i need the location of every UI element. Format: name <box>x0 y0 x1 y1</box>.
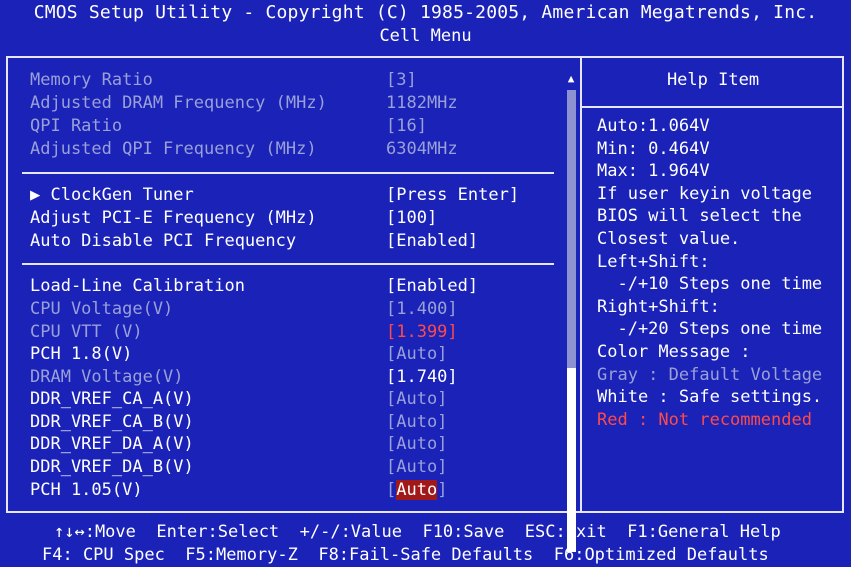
help-line-gray: Gray : Default Voltage <box>597 364 823 385</box>
adjust-pcie-frequency-row[interactable]: Adjust PCI-E Frequency (MHz) [100] <box>30 208 570 230</box>
setting-value[interactable]: [Auto] <box>386 344 447 364</box>
setting-label: CPU Voltage(V) <box>30 299 174 319</box>
setting-value[interactable]: [Auto] <box>386 434 447 454</box>
setting-value[interactable]: [Auto] <box>386 457 447 477</box>
help-title: Help Item <box>666 70 760 90</box>
memory-ratio-row: Memory Ratio [3] <box>30 70 570 92</box>
adjusted-qpi-frequency-row: Adjusted QPI Frequency (MHz) 6304MHz <box>30 139 570 161</box>
setting-value[interactable]: [Auto] <box>386 412 447 432</box>
setting-value[interactable]: [1.740] <box>386 367 458 387</box>
menu-title: Cell Menu <box>379 26 472 46</box>
ddr-vref-da-b-row[interactable]: DDR_VREF_DA_B(V) [Auto] <box>30 457 570 479</box>
setting-label: DDR_VREF_CA_A(V) <box>30 389 194 409</box>
key-legend-line-2: F4: CPU Spec F5:Memory-Z F8:Fail-Safe De… <box>42 545 769 565</box>
pch-18-row[interactable]: PCH 1.8(V) [Auto] <box>30 344 570 366</box>
cpu-vtt-row[interactable]: CPU VTT (V) [1.399] <box>30 322 570 344</box>
setting-value[interactable]: [Enabled] <box>386 231 478 251</box>
setting-label: DDR_VREF_DA_B(V) <box>30 457 194 477</box>
setting-label: DRAM Voltage(V) <box>30 367 184 387</box>
setting-label: PCH 1.05(V) <box>30 480 143 500</box>
setting-label: Adjusted DRAM Frequency (MHz) <box>30 93 327 113</box>
setting-value: [16] <box>386 116 427 136</box>
setting-label: Adjusted QPI Frequency (MHz) <box>30 139 317 159</box>
cpu-voltage-row[interactable]: CPU Voltage(V) [1.400] <box>30 299 570 321</box>
setting-label: QPI Ratio <box>30 116 123 136</box>
scroll-up-arrow-icon[interactable]: ▲ <box>564 72 578 85</box>
help-line: If user keyin voltage <box>597 183 812 204</box>
setting-value[interactable]: [1.400] <box>386 299 458 319</box>
help-line: Left+Shift: <box>597 251 710 272</box>
qpi-ratio-row: QPI Ratio [16] <box>30 116 570 138</box>
setting-label: PCH 1.8(V) <box>30 344 133 364</box>
ddr-vref-da-a-row[interactable]: DDR_VREF_DA_A(V) [Auto] <box>30 434 570 456</box>
help-line: Auto:1.064V <box>597 116 710 136</box>
panel-divider <box>580 56 582 513</box>
setting-label: Load-Line Calibration <box>30 276 245 296</box>
pch-105-row[interactable]: PCH 1.05(V) [Auto] <box>30 480 570 502</box>
clockgen-tuner-row[interactable]: ▶ ClockGen Tuner [Press Enter] <box>30 185 570 207</box>
ddr-vref-ca-b-row[interactable]: DDR_VREF_CA_B(V) [Auto] <box>30 412 570 434</box>
setting-label: DDR_VREF_DA_A(V) <box>30 434 194 454</box>
help-line: BIOS will select the <box>597 206 802 227</box>
setting-label: DDR_VREF_CA_B(V) <box>30 412 194 432</box>
selected-value-highlight[interactable]: Auto <box>396 480 438 500</box>
load-line-calibration-row[interactable]: Load-Line Calibration [Enabled] <box>30 276 570 298</box>
section-divider <box>22 263 554 265</box>
setting-label: Auto Disable PCI Frequency <box>30 231 297 251</box>
help-line: Max: 1.964V <box>597 161 710 182</box>
auto-disable-pci-frequency-row[interactable]: Auto Disable PCI Frequency [Enabled] <box>30 231 570 253</box>
setting-value[interactable]: [1.399] <box>386 322 458 342</box>
setting-label: Memory Ratio <box>30 70 153 90</box>
setting-value: 6304MHz <box>386 139 458 159</box>
setting-value[interactable]: [Press Enter] <box>386 185 519 205</box>
help-line-white: White : Safe settings. <box>597 387 823 408</box>
setting-label: CPU VTT (V) <box>30 322 143 342</box>
setting-value[interactable]: [100] <box>386 208 437 228</box>
help-line: -/+20 Steps one time <box>597 319 823 340</box>
section-divider <box>22 172 554 174</box>
adjusted-dram-frequency-row: Adjusted DRAM Frequency (MHz) 1182MHz <box>30 93 570 115</box>
help-panel: Auto:1.064V Min: 0.464V Max: 1.964V If u… <box>597 116 842 432</box>
help-line: Color Message : <box>597 341 751 362</box>
setting-value-selected[interactable]: [Auto] <box>386 480 447 500</box>
setting-value: 1182MHz <box>386 93 458 113</box>
help-line-red: Red : Not recommended <box>597 409 812 430</box>
header: CMOS Setup Utility - Copyright (C) 1985-… <box>0 0 851 52</box>
help-line: Min: 0.464V <box>597 138 710 159</box>
help-divider <box>582 106 844 108</box>
help-line: Closest value. <box>597 228 741 249</box>
app-title: CMOS Setup Utility - Copyright (C) 1985-… <box>33 2 818 23</box>
help-line: Right+Shift: <box>597 296 720 317</box>
setting-value: [3] <box>386 70 417 90</box>
setting-label: ▶ ClockGen Tuner <box>30 185 194 205</box>
key-legend-line-1: ↑↓↔:Move Enter:Select +/-/:Value F10:Sav… <box>54 522 781 542</box>
setting-value[interactable]: [Auto] <box>386 389 447 409</box>
ddr-vref-ca-a-row[interactable]: DDR_VREF_CA_A(V) [Auto] <box>30 389 570 411</box>
dram-voltage-row[interactable]: DRAM Voltage(V) [1.740] <box>30 367 570 389</box>
scrollbar[interactable]: ▲ ▼ <box>564 72 578 552</box>
setting-value[interactable]: [Enabled] <box>386 276 478 296</box>
setting-label: Adjust PCI-E Frequency (MHz) <box>30 208 317 228</box>
help-line: -/+10 Steps one time <box>597 274 823 295</box>
scroll-down-arrow-icon[interactable]: ▼ <box>564 482 578 495</box>
